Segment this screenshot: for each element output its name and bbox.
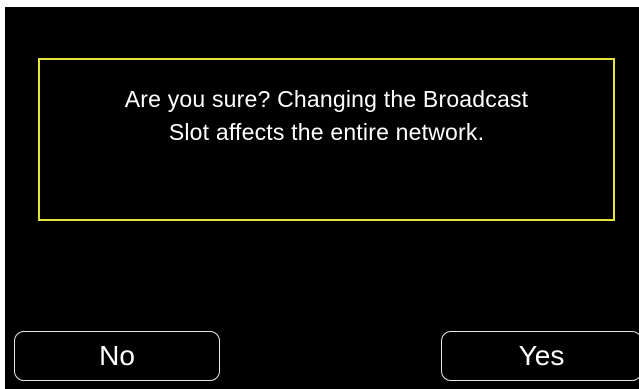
confirmation-message-box: Are you sure? Changing the Broadcast Slo… [38, 58, 615, 221]
message-line-2: Slot affects the entire network. [168, 119, 485, 145]
message-line-1: Are you sure? Changing the Broadcast [124, 86, 529, 112]
confirmation-message: Are you sure? Changing the Broadcast Slo… [87, 83, 567, 149]
screen: Are you sure? Changing the Broadcast Slo… [5, 7, 639, 389]
no-button-label: No [99, 340, 135, 371]
yes-button[interactable]: Yes [441, 331, 639, 381]
no-button[interactable]: No [14, 331, 220, 381]
yes-button-label: Yes [518, 340, 565, 371]
